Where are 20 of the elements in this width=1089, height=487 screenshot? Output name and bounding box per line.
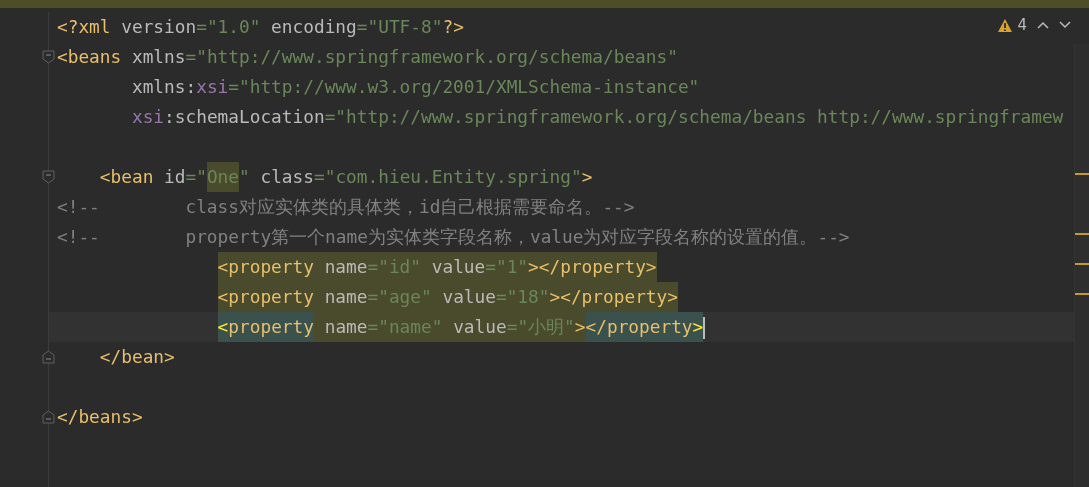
- code-line: <property name="age" value="18"></property>: [57, 282, 678, 312]
- code-comment: <!-- property第一个name为实体类字段名称，value为对应字段名称的设置的值。-->: [57, 225, 850, 249]
- code-line: <beans xmlns="http://www.springframework.org/schema/beans": [57, 45, 678, 69]
- chevron-down-icon[interactable]: [1059, 21, 1071, 29]
- code-line: </beans>: [57, 405, 143, 429]
- code-line: <property name="name" value="小明"></property>: [57, 312, 706, 342]
- fold-icon[interactable]: [42, 170, 55, 184]
- code-line: xmlns:xsi="http://www.w3.org/2001/XMLSchema-instance": [130, 75, 700, 99]
- code-line: <property name="id" value="1"></property>: [57, 252, 657, 282]
- code-comment: <!-- class对应实体类的具体类，id自己根据需要命名。-->: [57, 195, 635, 219]
- code-line: <bean id="One" class="com.hieu.Entity.spring">: [57, 162, 593, 192]
- warning-icon[interactable]: [997, 17, 1014, 33]
- fold-icon[interactable]: [42, 50, 55, 64]
- warning-count: 4: [1017, 16, 1027, 34]
- code-line: </bean>: [98, 345, 175, 369]
- code-line: xsi:schemaLocation="http://www.springframework.org/schema/beans http://www.springframew: [130, 105, 1064, 129]
- code-line: <?xml version="1.0" encoding="UTF-8"?>: [57, 15, 464, 39]
- fold-icon[interactable]: [42, 410, 55, 424]
- fold-icon[interactable]: [42, 350, 55, 364]
- chevron-up-icon[interactable]: [1037, 21, 1049, 29]
